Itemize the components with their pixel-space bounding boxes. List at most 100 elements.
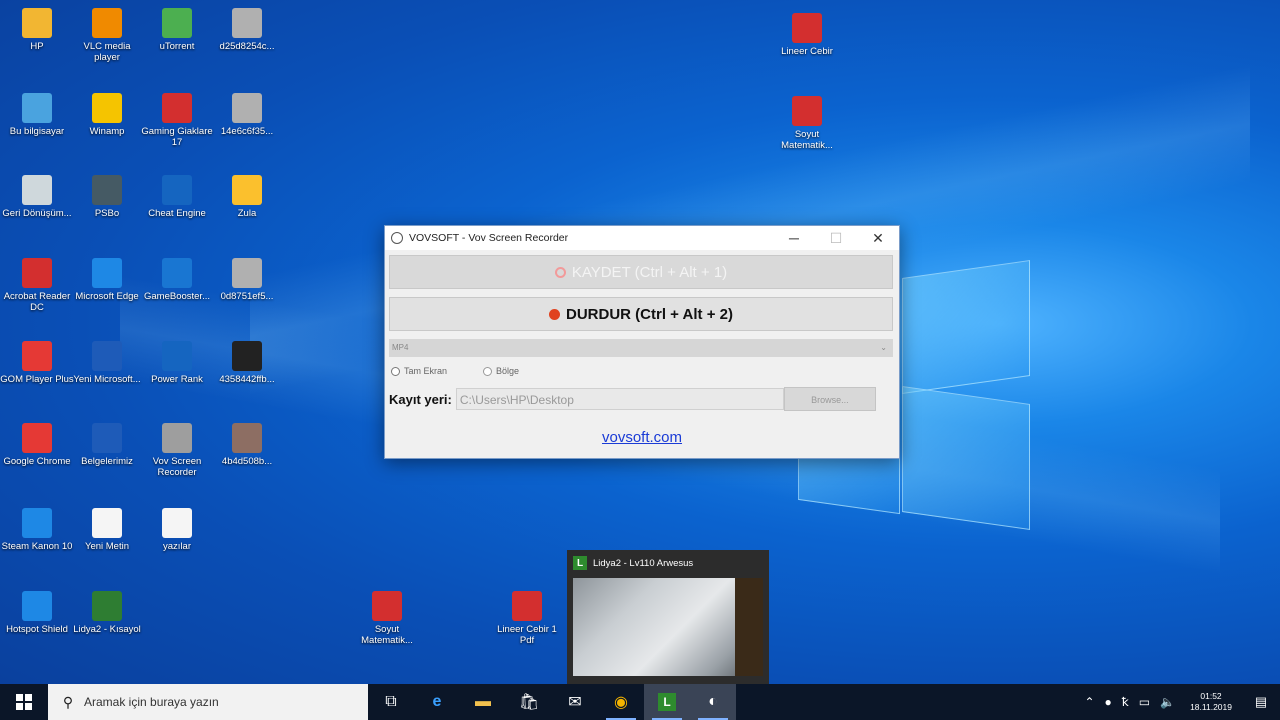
desktop-icon[interactable]: VLC media player [70, 8, 144, 63]
desktop-icon[interactable]: Soyut Matematik... [770, 96, 844, 151]
desktop-icon-label: GameBooster... [143, 291, 210, 302]
pdf-icon [792, 13, 822, 43]
desktop-icon[interactable]: Lidya2 - Kısayol [70, 591, 144, 635]
desktop-icon-label: Microsoft Edge [75, 291, 139, 302]
desktop-icon[interactable]: PSBo [70, 175, 144, 219]
record-button[interactable]: KAYDET (Ctrl + Alt + 1) [389, 255, 893, 289]
computer-icon [22, 93, 52, 123]
taskbar-lidya[interactable]: L [644, 684, 690, 720]
record-icon [554, 266, 566, 278]
record-label: KAYDET (Ctrl + Alt + 1) [571, 263, 728, 281]
desktop-icon-label: HP [30, 41, 44, 52]
desktop-icon[interactable]: Belgelerimiz [70, 423, 144, 467]
stop-icon [549, 308, 561, 320]
taskbar-chrome[interactable]: ◉ [598, 684, 644, 720]
desktop-icon[interactable]: d25d8254c... [210, 8, 284, 52]
desktop-icon[interactable]: 0d8751ef5... [210, 258, 284, 302]
desktop-icon-label: Gaming Giaklare 17 [141, 126, 213, 148]
text-file-icon [92, 508, 122, 538]
close-button[interactable]: ✕ [857, 226, 899, 250]
desktop-icon[interactable]: 14e6c6f35... [210, 93, 284, 137]
start-button[interactable] [0, 684, 48, 720]
store-icon: 🛍 [518, 694, 540, 711]
desktop-icon[interactable]: Geri Dönüşüm... [0, 175, 74, 219]
app-icon [391, 232, 403, 244]
stop-label: DURDUR (Ctrl + Alt + 2) [566, 305, 733, 323]
desktop-icon-label: Bu bilgisayar [9, 126, 65, 137]
desktop-icon[interactable]: Yeni Metin [70, 508, 144, 552]
stop-button[interactable]: DURDUR (Ctrl + Alt + 2) [389, 297, 893, 331]
task-view-button[interactable]: ⧉ [368, 684, 414, 720]
desktop-icon-label: Lineer Cebir 1 Pdf [497, 624, 557, 646]
search-icon: ⚲ [62, 693, 74, 710]
website-link[interactable]: vovsoft.com [385, 429, 899, 446]
radio-full-screen[interactable] [391, 366, 400, 376]
desktop-icon[interactable]: Microsoft Edge [70, 258, 144, 302]
maximize-button: ☐ [829, 230, 843, 246]
taskbar-file-explorer[interactable]: ▬ [460, 684, 506, 720]
desktop-icon[interactable]: Bu bilgisayar [0, 93, 74, 137]
clock-date: 18.11.2019 [1190, 702, 1232, 712]
browse-button[interactable]: Browse... [783, 387, 876, 411]
notification-button[interactable]: ▤ [1242, 684, 1280, 720]
desktop-icon[interactable]: Gaming Giaklare 17 [140, 93, 214, 148]
taskbar-edge[interactable]: e [414, 684, 460, 720]
desktop-icon[interactable]: GOM Player Plus [0, 341, 74, 385]
volume-icon[interactable]: 🔈 [1160, 695, 1175, 709]
lidya-icon [92, 591, 122, 621]
desktop-icon[interactable]: Google Chrome [0, 423, 74, 467]
desktop-icon[interactable]: HP [0, 8, 74, 52]
recorder-icon: ◐ [708, 693, 718, 710]
network-icon[interactable]: ▭ [1139, 695, 1150, 709]
winamp-icon [92, 93, 122, 123]
desktop-icon[interactable]: 4358442ffb... [210, 341, 284, 385]
desktop-icon[interactable]: Yeni Microsoft... [70, 341, 144, 385]
desktop-icon[interactable]: Hotspot Shield [0, 591, 74, 635]
desktop-icon[interactable]: Winamp [70, 93, 144, 137]
desktop-icon-label: Belgelerimiz [81, 456, 133, 467]
desktop-icon[interactable]: Lineer Cebir [770, 13, 844, 57]
folder-icon [22, 8, 52, 38]
gamebooster-icon [162, 258, 192, 288]
acrobat-icon [22, 258, 52, 288]
desktop-icon-label: 4b4d508b... [221, 456, 273, 467]
desktop-icon[interactable]: Power Rank [140, 341, 214, 385]
powerrank-icon [162, 341, 192, 371]
preview-thumbnail[interactable] [573, 578, 763, 676]
language-icon[interactable]: ꝁ [1122, 695, 1129, 709]
chevron-up-icon[interactable]: ⌃ [1084, 695, 1094, 709]
desktop-icon[interactable]: Soyut Matematik... [350, 591, 424, 646]
system-tray: ⌃ ● ꝁ ▭ 🔈 01:52 18.11.2019 ▤ [1079, 684, 1280, 720]
desktop-icon[interactable]: Zula [210, 175, 284, 219]
taskbar-recorder[interactable]: ◐ [690, 684, 736, 720]
monitor-icon [232, 341, 262, 371]
desktop-icon[interactable]: Lineer Cebir 1 Pdf [490, 591, 564, 646]
save-path-field[interactable]: C:\Users\HP\Desktop [455, 388, 784, 410]
taskbar-store[interactable]: 🛍 [506, 684, 552, 720]
desktop-icon[interactable]: Steam Kanon 10 [0, 508, 74, 552]
shield-icon[interactable]: ● [1105, 695, 1112, 709]
desktop-icon[interactable]: uTorrent [140, 8, 214, 52]
title-bar[interactable]: VOVSOFT - Vov Screen Recorder ─ ☐ ✕ [385, 226, 899, 250]
desktop-icon-label: Soyut Matematik... [361, 624, 413, 646]
radio-region[interactable] [483, 366, 493, 376]
desktop-icon-label: VLC media player [83, 41, 131, 63]
desktop-icon-label: Yeni Microsoft... [73, 374, 141, 385]
desktop-icon[interactable]: 4b4d508b... [210, 423, 284, 467]
minimize-button[interactable]: ─ [773, 226, 815, 250]
desktop-icon[interactable]: Cheat Engine [140, 175, 214, 219]
desktop-icon[interactable]: Acrobat Reader DC [0, 258, 74, 313]
clock[interactable]: 01:52 18.11.2019 [1190, 691, 1232, 713]
taskbar-mail[interactable]: ✉ [552, 684, 598, 720]
notification-icon: ▤ [1254, 694, 1268, 709]
game-icon [162, 93, 192, 123]
desktop-icon[interactable]: yazılar [140, 508, 214, 552]
desktop-icon[interactable]: Vov Screen Recorder [140, 423, 214, 478]
format-select[interactable]: MP4 ⌄ [389, 339, 893, 357]
format-value: MP4 [392, 343, 409, 352]
window-title: VOVSOFT - Vov Screen Recorder [409, 232, 569, 244]
taskbar-preview[interactable]: L Lidya2 - Lv110 Arwesus [567, 550, 769, 684]
desktop-icon-label: Yeni Metin [84, 541, 129, 552]
search-box[interactable]: ⚲ Aramak için buraya yazın [48, 684, 368, 720]
desktop-icon[interactable]: GameBooster... [140, 258, 214, 302]
